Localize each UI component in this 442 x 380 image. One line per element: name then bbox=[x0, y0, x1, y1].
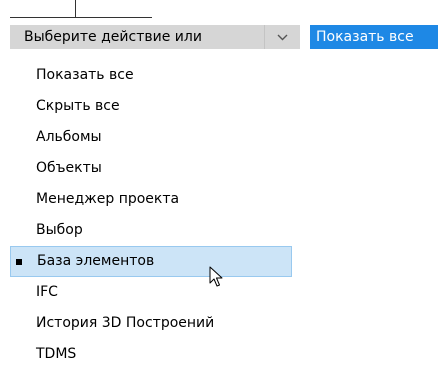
action-select-dropdown-button[interactable] bbox=[264, 25, 300, 49]
menu-item-elements-base[interactable]: База элементов bbox=[10, 246, 292, 277]
menu-item-hide-all[interactable]: Скрыть все bbox=[10, 91, 292, 122]
chevron-down-icon bbox=[277, 34, 288, 40]
action-select-value: Выберите действие или bbox=[24, 29, 202, 45]
menu-item-project-manager[interactable]: Менеджер проекта bbox=[10, 184, 292, 215]
menu-item-label: Выбор bbox=[36, 222, 83, 238]
menu-item-show-all[interactable]: Показать все bbox=[10, 60, 292, 91]
menu-item-label: Показать все bbox=[36, 67, 134, 83]
menu-item-label: Альбомы bbox=[36, 129, 102, 145]
show-all-button[interactable]: Показать все bbox=[310, 25, 438, 49]
menu-item-ifc[interactable]: IFC bbox=[10, 277, 292, 308]
menu-item-selection[interactable]: Выбор bbox=[10, 215, 292, 246]
mouse-pointer-icon bbox=[209, 266, 223, 288]
menu-item-label: База элементов bbox=[37, 253, 155, 269]
menu-item-label: TDMS bbox=[36, 346, 77, 362]
menu-item-label: Скрыть все bbox=[36, 98, 120, 114]
menu-item-label: Менеджер проекта bbox=[36, 191, 180, 207]
menu-item-albums[interactable]: Альбомы bbox=[10, 122, 292, 153]
connector-tick bbox=[75, 0, 76, 17]
menu-item-tdms[interactable]: TDMS bbox=[10, 339, 292, 370]
action-select[interactable]: Выберите действие или bbox=[10, 25, 300, 49]
menu-item-label: IFC bbox=[36, 284, 58, 300]
menu-item-label: История 3D Построений bbox=[36, 315, 215, 331]
connector-line bbox=[10, 17, 152, 18]
menu-item-objects[interactable]: Объекты bbox=[10, 153, 292, 184]
menu-item-label: Объекты bbox=[36, 160, 102, 176]
menu-item-3d-history[interactable]: История 3D Построений bbox=[10, 308, 292, 339]
panel-menu: Показать все Скрыть все Альбомы Объекты … bbox=[10, 60, 292, 370]
selected-bullet-icon bbox=[16, 259, 22, 265]
